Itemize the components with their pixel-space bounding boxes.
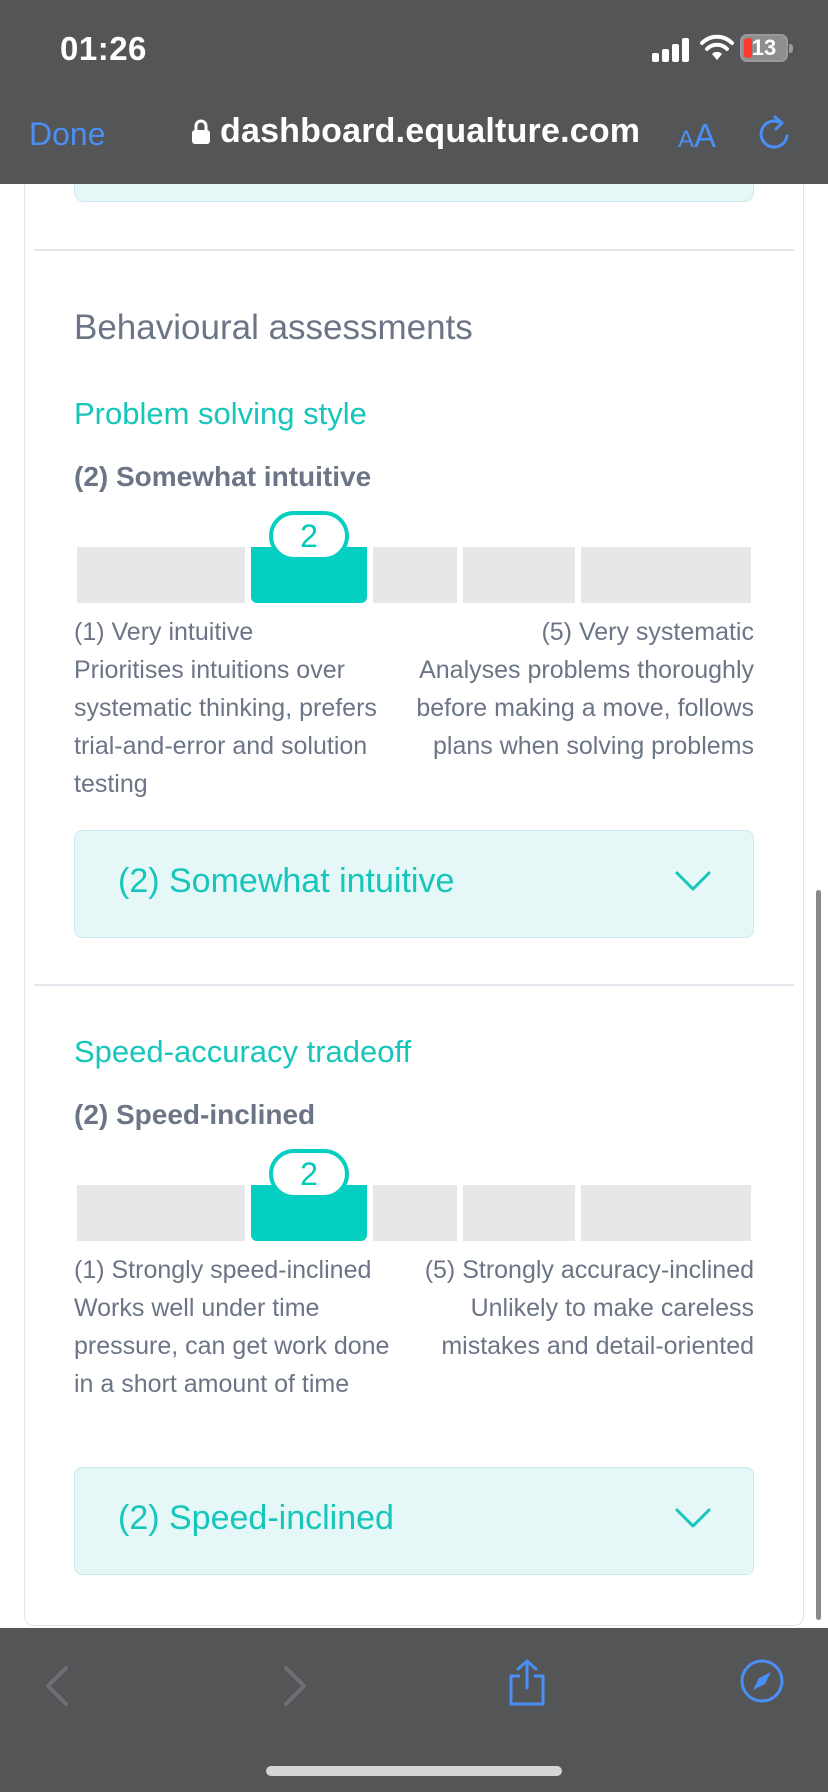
rating-scale: 2 [77,1149,751,1241]
chevron-down-icon [675,871,711,891]
right-pole-description: (5) Strongly accuracy-inclined Unlikely … [416,1251,754,1365]
status-time: 01:26 [60,30,147,67]
screen: Behavioural assessments Problem solving … [0,0,828,1792]
section-divider [34,249,794,251]
scale-segment-3 [373,547,457,603]
forward-icon[interactable] [282,1664,308,1708]
right-pole-title: (5) Strongly accuracy-inclined [424,1256,754,1284]
text-size-button[interactable]: AA [678,117,716,155]
share-icon[interactable] [505,1658,549,1708]
wifi-icon [700,34,734,60]
aa-big: A [694,117,717,154]
left-pole-title: (1) Very intuitive [74,618,254,646]
assessment-level-label: (2) Somewhat intuitive [74,461,372,492]
chevron-down-icon [675,1508,711,1528]
page-scrollbar[interactable] [816,890,821,1620]
right-pole-text: Analyses problems thoroughly before maki… [416,656,754,760]
home-indicator[interactable] [266,1766,562,1776]
select-value: (2) Speed-inclined [118,1499,394,1537]
level-select-dropdown[interactable]: (2) Speed-inclined [74,1467,754,1575]
browser-top-bar: 01:26 13 Done dashboard.equalture.com AA [0,0,828,184]
battery-level: 13 [751,35,777,60]
scale-segment-5 [581,1185,751,1241]
lock-icon [192,119,210,144]
browser-bottom-toolbar [0,1628,828,1792]
assessment-level-label: (2) Speed-inclined [74,1099,316,1130]
section-divider [34,984,794,986]
aa-small: A [678,126,695,153]
scale-segment-1 [77,547,245,603]
right-pole-text: Unlikely to make careless mistakes and d… [441,1294,754,1360]
address-bar[interactable]: dashboard.equalture.com [192,112,640,151]
scale-value-knob: 2 [269,1149,349,1199]
scale-segment-5 [581,547,751,603]
battery-icon: 13 [740,34,793,62]
scale-value-knob: 2 [269,511,349,561]
signal-icon [652,38,692,62]
left-pole-text: Prioritises intuitions over systematic t… [74,656,377,798]
level-select-dropdown[interactable]: (2) Somewhat intuitive [74,830,754,938]
left-pole-description: (1) Strongly speed-inclined Works well u… [74,1251,412,1403]
back-icon[interactable] [44,1664,70,1708]
left-pole-description: (1) Very intuitive Prioritises intuition… [74,613,412,803]
reload-icon[interactable] [756,114,792,154]
select-value: (2) Somewhat intuitive [118,862,455,900]
assessment-title-problem-solving: Problem solving style [74,396,367,431]
right-pole-description: (5) Very systematic Analyses problems th… [416,613,754,765]
left-pole-text: Works well under time pressure, can get … [74,1294,390,1398]
scale-segment-4 [463,547,575,603]
scale-segment-4 [463,1185,575,1241]
left-pole-title: (1) Strongly speed-inclined [74,1256,372,1284]
right-pole-title: (5) Very systematic [541,618,754,646]
scale-segment-1 [77,1185,245,1241]
section-title: Behavioural assessments [74,308,473,347]
compass-icon[interactable] [739,1658,785,1704]
assessment-title-speed-accuracy: Speed-accuracy tradeoff [74,1034,412,1069]
url-text: dashboard.equalture.com [220,112,641,150]
page-content: Behavioural assessments Problem solving … [0,0,828,1628]
rating-scale: 2 [77,511,751,603]
scale-segment-3 [373,1185,457,1241]
done-button[interactable]: Done [29,116,106,153]
